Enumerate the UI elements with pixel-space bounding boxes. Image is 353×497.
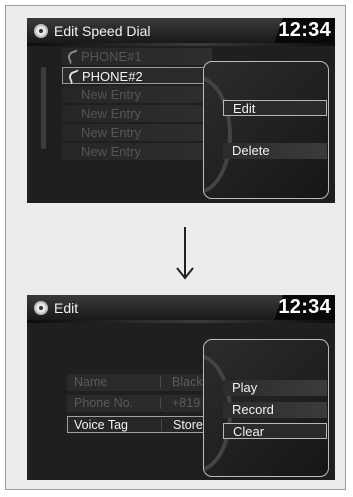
speed-dial-entry[interactable]: New Entry <box>62 143 212 160</box>
clock: 12:34 <box>278 296 331 318</box>
screen-title: Edit <box>54 300 79 316</box>
voice-tag-options-popup: Play Record Clear <box>203 339 329 477</box>
settings-gear-icon <box>36 26 46 36</box>
title-bar: Edit Speed Dial 12:34 <box>27 18 335 46</box>
play-menu-item[interactable]: Play <box>223 380 327 396</box>
speed-dial-entry[interactable]: New Entry <box>62 86 212 103</box>
edit-entry-screen: Edit 12:34 Name Black Phone No. +819 Voi… <box>27 295 335 480</box>
clear-menu-item[interactable]: Clear <box>223 423 327 439</box>
screen-title: Edit Speed Dial <box>54 23 151 39</box>
options-popup: Edit Delete <box>203 61 329 199</box>
speed-dial-entry[interactable]: New Entry <box>62 124 212 141</box>
record-menu-item[interactable]: Record <box>223 402 327 418</box>
down-arrow-icon <box>176 227 194 280</box>
edit-menu-item[interactable]: Edit <box>223 100 327 116</box>
row-divider <box>160 397 161 409</box>
phone-icon <box>66 49 82 65</box>
phone-icon <box>67 69 83 85</box>
speed-dial-entry-selected[interactable]: PHONE#2 <box>62 67 212 85</box>
speed-dial-entry[interactable]: New Entry <box>62 105 212 122</box>
clock: 12:34 <box>278 19 331 41</box>
settings-gear-icon <box>36 303 46 313</box>
list-scrollbar[interactable] <box>41 67 46 149</box>
manual-illustration-frame: Edit Speed Dial 12:34 PHONE#1 PHONE#2 Ne… <box>5 5 346 490</box>
title-bar: Edit 12:34 <box>27 295 335 323</box>
dial-arc-decoration <box>204 76 232 194</box>
delete-menu-item[interactable]: Delete <box>223 143 327 159</box>
speed-dial-entry[interactable]: PHONE#1 <box>62 48 212 65</box>
edit-speed-dial-screen: Edit Speed Dial 12:34 PHONE#1 PHONE#2 Ne… <box>27 18 335 203</box>
row-divider <box>161 419 162 431</box>
row-divider <box>160 376 161 388</box>
